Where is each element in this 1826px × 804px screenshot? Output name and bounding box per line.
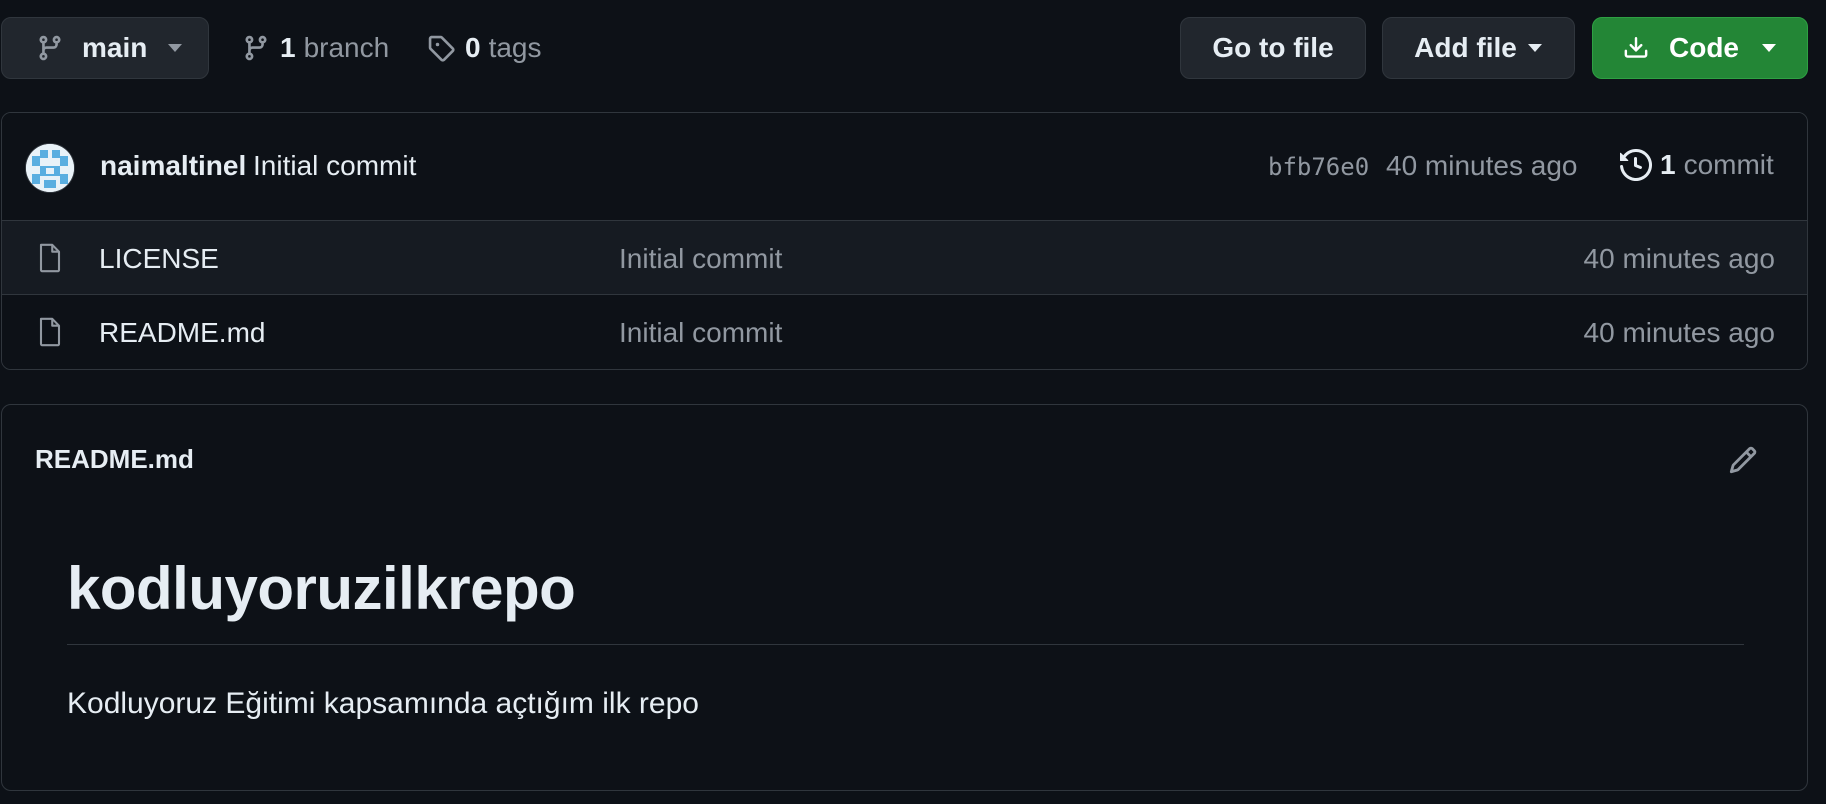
- latest-commit-row: naimaltinel Initial commit bfb76e0 40 mi…: [2, 113, 1807, 221]
- file-commit-time: 40 minutes ago: [1583, 243, 1775, 274]
- chevron-down-icon: [168, 44, 183, 52]
- tag-icon: [428, 35, 455, 62]
- go-to-file-button[interactable]: Go to file: [1180, 17, 1366, 79]
- commit-count-label: commit: [1683, 149, 1774, 180]
- chevron-down-icon: [1527, 44, 1542, 52]
- file-icon: [39, 243, 61, 273]
- commit-count: 1: [1660, 149, 1676, 180]
- file-commit-message-link[interactable]: Initial commit: [619, 317, 782, 349]
- file-browser: naimaltinel Initial commit bfb76e0 40 mi…: [1, 112, 1808, 370]
- commit-time: 40 minutes ago: [1386, 150, 1578, 181]
- branches-link[interactable]: 1 branch: [242, 22, 389, 74]
- code-button[interactable]: Code: [1592, 17, 1808, 79]
- commit-message-link[interactable]: Initial commit: [253, 150, 416, 182]
- avatar-identicon: [26, 144, 74, 192]
- add-file-label: Add file: [1414, 32, 1517, 63]
- branch-name: main: [82, 32, 148, 63]
- readme-divider: [67, 644, 1744, 645]
- file-name-link[interactable]: LICENSE: [99, 243, 219, 275]
- readme-panel: README.md kodluyoruzilkrepo Kodluyoruz E…: [1, 404, 1808, 791]
- file-row: LICENSE Initial commit 40 minutes ago: [2, 221, 1807, 295]
- tag-label: tags: [488, 32, 542, 63]
- go-to-file-label: Go to file: [1212, 32, 1334, 63]
- file-row: README.md Initial commit 40 minutes ago: [2, 295, 1807, 369]
- readme-heading: kodluyoruzilkrepo: [67, 555, 576, 622]
- git-branch-icon: [245, 35, 267, 61]
- readme-filename-link[interactable]: README.md: [35, 444, 194, 475]
- file-commit-message-link[interactable]: Initial commit: [619, 243, 782, 275]
- tags-link[interactable]: 0 tags: [427, 22, 542, 74]
- file-icon: [39, 317, 61, 347]
- tag-count: 0: [465, 32, 481, 63]
- branch-select-button[interactable]: main: [1, 17, 209, 79]
- download-icon: [1624, 37, 1648, 58]
- commit-author-link[interactable]: naimaltinel: [100, 150, 246, 182]
- file-name-link[interactable]: README.md: [99, 317, 265, 349]
- add-file-button[interactable]: Add file: [1382, 17, 1575, 79]
- commit-history-link[interactable]: 1 commit: [1620, 146, 1774, 184]
- branch-count: 1: [280, 32, 296, 63]
- branch-label: branch: [303, 32, 390, 63]
- history-icon: [1620, 149, 1652, 181]
- repo-toolbar: main 1 branch 0 tags Go to file Add file…: [0, 0, 1826, 96]
- code-label: Code: [1669, 32, 1739, 63]
- pencil-icon[interactable]: [1728, 445, 1758, 475]
- commit-sha-link[interactable]: bfb76e0: [1268, 153, 1369, 181]
- git-branch-icon: [39, 35, 61, 61]
- file-commit-time: 40 minutes ago: [1583, 317, 1775, 348]
- avatar[interactable]: [26, 144, 74, 192]
- readme-paragraph: Kodluyoruz Eğitimi kapsamında açtığım il…: [67, 687, 699, 720]
- chevron-down-icon: [1762, 44, 1776, 52]
